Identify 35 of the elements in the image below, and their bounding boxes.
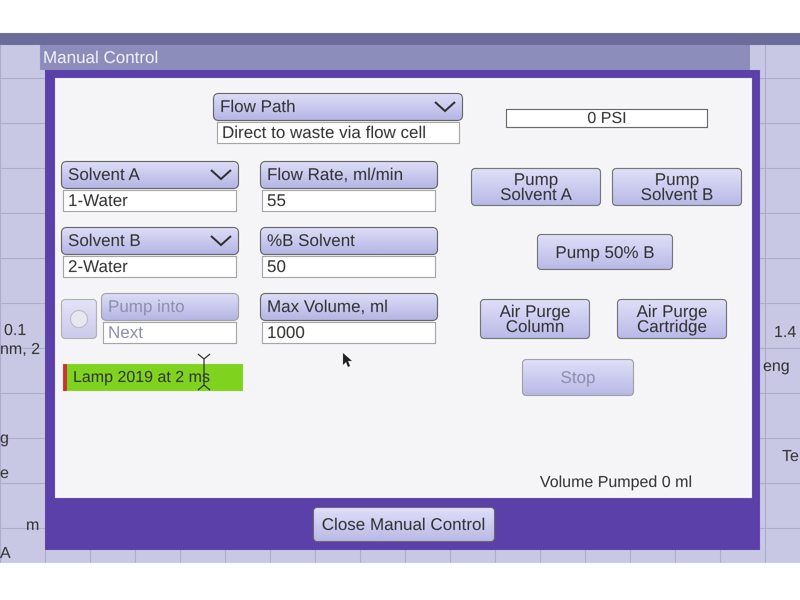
chevron-down-icon [210, 235, 232, 247]
action-button[interactable]: Pump 50% B [537, 234, 673, 270]
volume-pumped-text: Volume Pumped 0 ml [540, 474, 693, 493]
background-text: A [0, 545, 11, 563]
chevron-down-icon [434, 101, 456, 113]
background-text: eng [763, 358, 790, 376]
cursor-icon [343, 353, 353, 367]
close-button[interactable]: Close Manual Control [312, 507, 494, 542]
chevron-down-icon [210, 169, 232, 181]
action-button[interactable]: Pump Solvent A [471, 168, 601, 206]
value-field: 2-Water [63, 256, 237, 278]
pressure-display: 0 PSI [506, 109, 708, 128]
background-text: g [0, 430, 9, 448]
background-text: 0.1 [4, 322, 26, 340]
field-label-button[interactable]: Flow Rate, ml/min [260, 161, 438, 189]
value-field: 1-Water [63, 190, 237, 212]
background-text: m [26, 517, 40, 535]
field-label-button[interactable]: Max Volume, ml [260, 293, 438, 321]
background-text: 1.4 [774, 324, 796, 342]
flow-path-dropdown[interactable]: Flow Path [213, 93, 463, 121]
flow-path-value: Direct to waste via flow cell [217, 122, 460, 144]
action-button[interactable]: Air Purge Column [480, 299, 590, 339]
dropdown[interactable]: Solvent A [61, 161, 239, 189]
value-field: 1000 [262, 322, 436, 344]
background-text: Te [782, 448, 799, 466]
action-button[interactable]: Pump Solvent B [612, 168, 742, 206]
value-field: Next [103, 322, 237, 344]
dialog-title: Manual Control [40, 45, 750, 70]
dropdown[interactable]: Solvent B [61, 227, 239, 255]
action-button[interactable]: Air Purge Cartridge [617, 299, 727, 339]
value-field: 50 [262, 256, 436, 278]
field-label-button[interactable]: %B Solvent [260, 227, 438, 255]
background-text: e [0, 465, 9, 483]
background-text: nm, 2 [0, 341, 40, 359]
value-field: 55 [262, 190, 436, 212]
